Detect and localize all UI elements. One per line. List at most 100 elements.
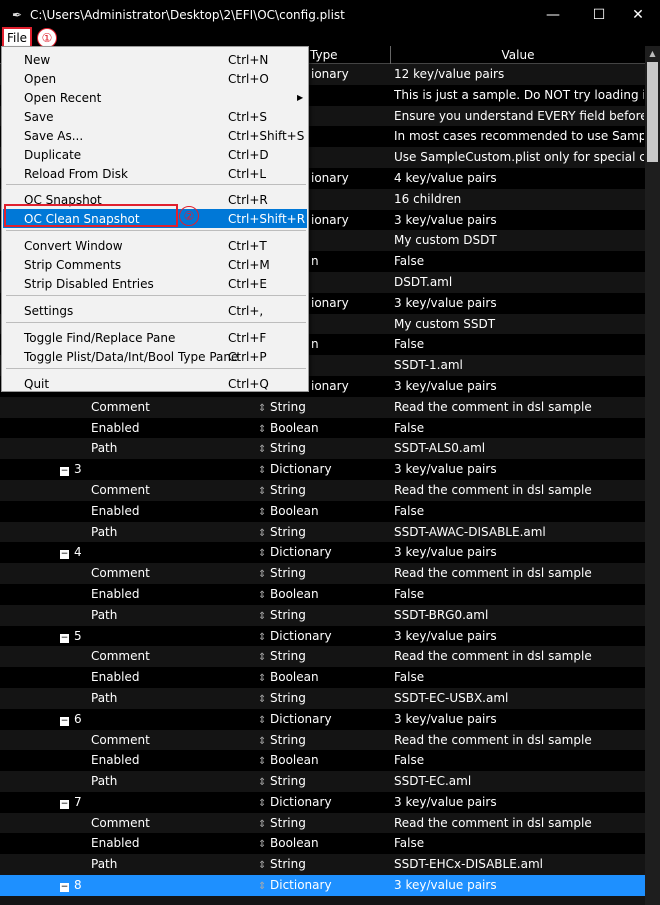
row-value[interactable]: My custom SSDT <box>394 314 644 335</box>
type-updown-icon[interactable]: ⇕ <box>258 669 267 690</box>
row-type[interactable]: ionary <box>311 168 349 189</box>
row-value[interactable]: Read the comment in dsl sample <box>394 813 644 834</box>
row-type[interactable]: ⇕ Boolean <box>258 584 319 605</box>
tree-row[interactable]: Comment ⇕ String Read the comment in dsl sa… <box>0 479 645 501</box>
type-updown-icon[interactable]: ⇕ <box>258 607 267 628</box>
type-updown-icon[interactable]: ⇕ <box>258 794 267 815</box>
menu-item-oc-snapshot[interactable]: OC Snapshot Ctrl+R <box>3 190 307 209</box>
row-value[interactable]: False <box>394 750 644 771</box>
row-value[interactable]: My custom DSDT <box>394 230 644 251</box>
row-value[interactable]: 3 key/value pairs <box>394 459 644 480</box>
row-value[interactable]: Read the comment in dsl sample <box>394 397 644 418</box>
row-value[interactable]: SSDT-EHCx-DISABLE.aml <box>394 854 644 875</box>
row-value[interactable]: SSDT-BRG0.aml <box>394 605 644 626</box>
type-updown-icon[interactable]: ⇕ <box>258 544 267 565</box>
type-updown-icon[interactable]: ⇕ <box>258 835 267 856</box>
minimize-button[interactable]: — <box>530 0 576 29</box>
scroll-thumb[interactable] <box>647 62 658 162</box>
tree-row[interactable]: Enabled ⇕ Boolean False <box>0 583 645 605</box>
row-value[interactable]: False <box>394 833 644 854</box>
type-updown-icon[interactable]: ⇕ <box>258 565 267 586</box>
menu-item-duplicate[interactable]: Duplicate Ctrl+D <box>3 145 307 164</box>
row-type[interactable]: ⇕ String <box>258 730 306 751</box>
collapse-icon[interactable]: − <box>60 550 69 560</box>
row-type[interactable]: ⇕ Boolean <box>258 418 319 439</box>
tree-row[interactable]: −6 ⇕ Dictionary 3 key/value pairs <box>0 708 645 730</box>
tree-row[interactable]: Enabled ⇕ Boolean False <box>0 750 645 773</box>
row-value[interactable]: 3 key/value pairs <box>394 709 644 730</box>
collapse-icon[interactable]: − <box>60 799 69 809</box>
type-updown-icon[interactable]: ⇕ <box>258 752 267 773</box>
menu-item-quit[interactable]: Quit Ctrl+Q <box>3 374 307 393</box>
type-updown-icon[interactable]: ⇕ <box>258 440 267 461</box>
row-type[interactable]: ⇕ Boolean <box>258 501 319 522</box>
type-updown-icon[interactable]: ⇕ <box>258 732 267 753</box>
row-value[interactable]: Read the comment in dsl sample <box>394 480 644 501</box>
type-updown-icon[interactable]: ⇕ <box>258 648 267 669</box>
tree-row[interactable]: Comment ⇕ String Read the comment in dsl sa… <box>0 646 645 669</box>
menu-item-save[interactable]: Save Ctrl+S <box>3 107 307 126</box>
row-value[interactable]: False <box>394 418 644 439</box>
type-updown-icon[interactable]: ⇕ <box>258 856 267 877</box>
type-updown-icon[interactable]: ⇕ <box>258 690 267 711</box>
menu-item-save-as[interactable]: Save As... Ctrl+Shift+S <box>3 126 307 145</box>
row-value[interactable]: 3 key/value pairs <box>394 210 644 231</box>
row-type[interactable]: ⇕ String <box>258 480 306 501</box>
type-updown-icon[interactable]: ⇕ <box>258 815 267 836</box>
row-value[interactable]: 3 key/value pairs <box>394 542 644 563</box>
row-value[interactable]: 3 key/value pairs <box>394 376 644 397</box>
type-updown-icon[interactable]: ⇕ <box>258 420 267 441</box>
row-value[interactable]: SSDT-AWAC-DISABLE.aml <box>394 522 644 543</box>
menu-item-convert-window[interactable]: Convert Window Ctrl+T <box>3 236 307 255</box>
row-value[interactable]: 3 key/value pairs <box>394 293 644 314</box>
tree-row[interactable]: Path ⇕ String SSDT-AWAC-DISABLE.aml <box>0 521 645 543</box>
row-value[interactable]: 12 key/value pairs <box>394 64 644 85</box>
row-value[interactable]: False <box>394 501 644 522</box>
type-updown-icon[interactable]: ⇕ <box>258 482 267 503</box>
row-value[interactable]: SSDT-ALS0.aml <box>394 438 644 459</box>
row-value[interactable]: This is just a sample. Do NOT try loadin… <box>394 85 644 106</box>
row-value[interactable]: In most cases recommended to use Sample.… <box>394 126 644 147</box>
type-updown-icon[interactable]: ⇕ <box>258 877 267 898</box>
tree-row[interactable]: Comment ⇕ String Read the comment in dsl sa… <box>0 729 645 751</box>
tree-row[interactable]: Path ⇕ String SSDT-EC.aml <box>0 771 645 792</box>
row-type[interactable]: ⇕ Dictionary <box>258 792 332 813</box>
row-value[interactable]: 16 children <box>394 189 644 210</box>
row-type[interactable]: n <box>311 334 319 355</box>
menu-item-oc-clean-snapshot[interactable]: OC Clean Snapshot Ctrl+Shift+R <box>3 209 307 228</box>
row-type[interactable]: ⇕ String <box>258 771 306 792</box>
row-value[interactable]: SSDT-EC.aml <box>394 771 644 792</box>
tree-row[interactable]: Path ⇕ String SSDT-BRG0.aml <box>0 604 645 626</box>
collapse-icon[interactable]: − <box>60 633 69 643</box>
type-updown-icon[interactable]: ⇕ <box>258 503 267 524</box>
row-value[interactable]: 4 key/value pairs <box>394 168 644 189</box>
tree-row[interactable]: −8 ⇕ Dictionary 3 key/value pairs <box>0 875 645 896</box>
row-type[interactable]: ⇕ Dictionary <box>258 626 332 647</box>
row-type[interactable]: ionary <box>311 210 349 231</box>
row-type[interactable]: n <box>311 251 319 272</box>
row-type[interactable]: ⇕ String <box>258 813 306 834</box>
row-type[interactable]: ⇕ String <box>258 605 306 626</box>
menu-item-new[interactable]: New Ctrl+N <box>3 50 307 69</box>
row-value[interactable]: SSDT-EC-USBX.aml <box>394 688 644 709</box>
menu-item-toggle-find-replace-pane[interactable]: Toggle Find/Replace Pane Ctrl+F <box>3 328 307 347</box>
vertical-scrollbar[interactable]: ▲ <box>645 46 660 905</box>
row-type[interactable]: ionary <box>311 64 349 85</box>
row-type[interactable]: ⇕ Dictionary <box>258 875 332 896</box>
tree-row[interactable]: −7 ⇕ Dictionary 3 key/value pairs <box>0 791 645 813</box>
menu-item-reload-from-disk[interactable]: Reload From Disk Ctrl+L <box>3 164 307 183</box>
row-value[interactable]: 3 key/value pairs <box>394 875 644 896</box>
row-type[interactable]: ⇕ String <box>258 438 306 459</box>
row-type[interactable]: ⇕ Dictionary <box>258 709 332 730</box>
row-type[interactable]: ⇕ Dictionary <box>258 459 332 480</box>
type-updown-icon[interactable]: ⇕ <box>258 586 267 607</box>
type-updown-icon[interactable]: ⇕ <box>258 628 267 649</box>
row-type[interactable]: ionary <box>311 376 349 397</box>
menu-item-open-recent[interactable]: Open Recent ▶ <box>3 88 307 107</box>
tree-row[interactable]: −5 ⇕ Dictionary 3 key/value pairs <box>0 625 645 647</box>
tree-row[interactable]: Path ⇕ String SSDT-EC-USBX.aml <box>0 687 645 711</box>
tree-row[interactable]: Comment ⇕ String Read the comment in dsl sa… <box>0 563 645 584</box>
column-value[interactable]: Value <box>391 46 645 64</box>
row-type[interactable]: ionary <box>311 293 349 314</box>
row-type[interactable]: ⇕ Boolean <box>258 667 319 688</box>
